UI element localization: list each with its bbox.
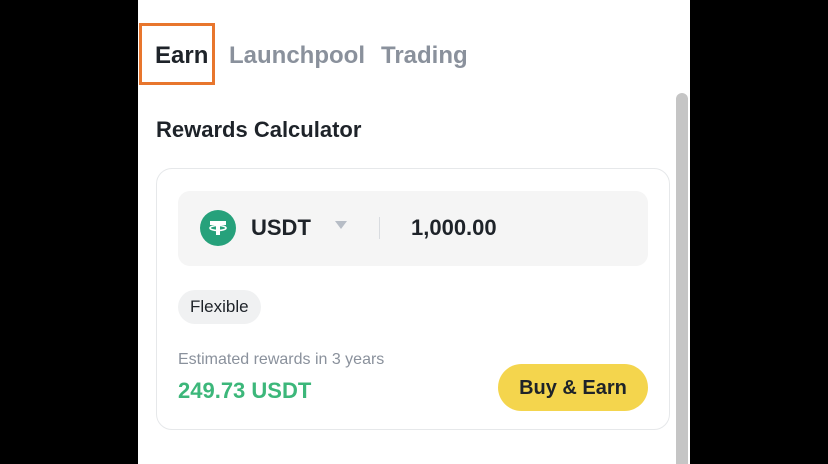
coin-selector-label[interactable]: USDT [251, 213, 311, 243]
estimate-label: Estimated rewards in 3 years [178, 351, 385, 368]
tab-earn[interactable]: Earn [155, 40, 208, 72]
chevron-down-icon[interactable] [335, 221, 347, 229]
amount-input[interactable]: 1,000.00 [411, 213, 497, 243]
tab-trading[interactable]: Trading [381, 40, 468, 72]
tab-bar: Earn Launchpool Trading [138, 0, 690, 90]
tether-icon[interactable] [200, 210, 236, 246]
calculator-card: USDT 1,000.00 Flexible Estimated rewards… [156, 168, 670, 430]
divider [379, 217, 380, 239]
tab-launchpool[interactable]: Launchpool [229, 40, 365, 72]
estimate-value: 249.73 USDT [178, 378, 312, 403]
scrollbar[interactable] [676, 93, 688, 464]
amount-input-row: USDT 1,000.00 [178, 191, 648, 266]
buy-earn-button[interactable]: Buy & Earn [498, 364, 648, 411]
page-title: Rewards Calculator [156, 117, 362, 142]
term-chip-flexible[interactable]: Flexible [178, 290, 261, 324]
rewards-panel: Earn Launchpool Trading Rewards Calculat… [138, 0, 690, 464]
